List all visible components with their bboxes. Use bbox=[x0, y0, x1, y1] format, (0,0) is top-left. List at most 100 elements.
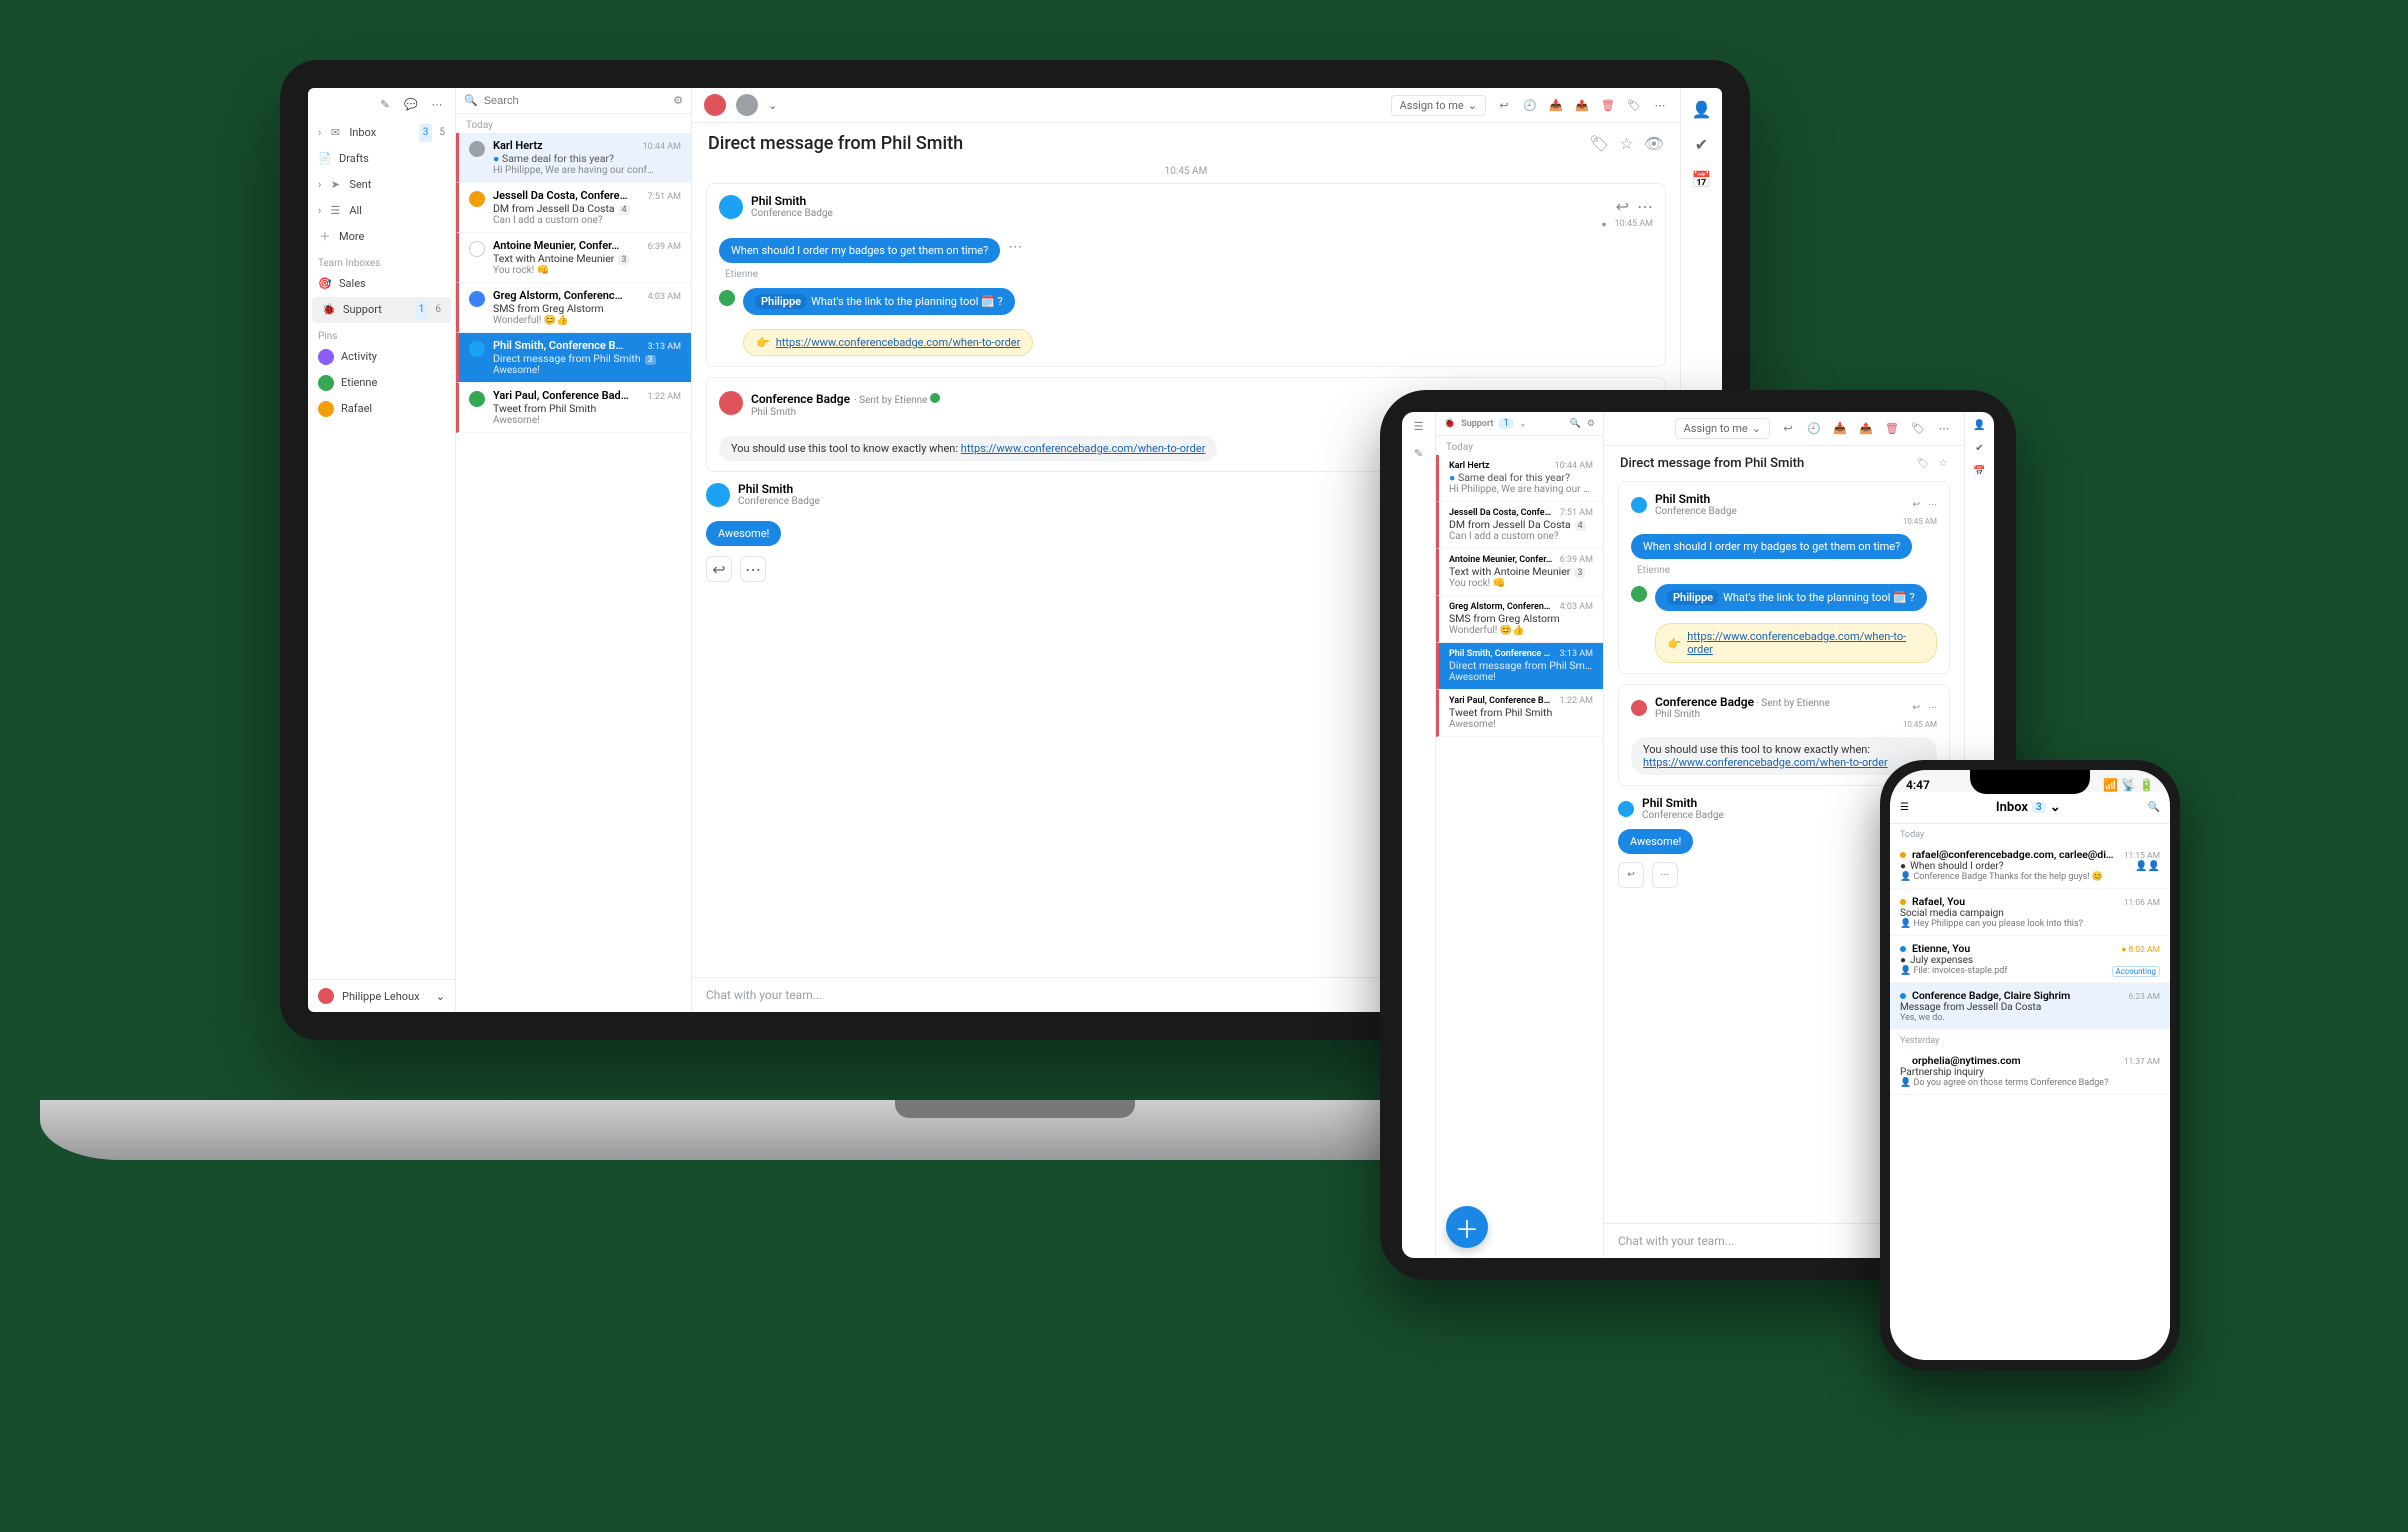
calendar-icon[interactable]: 📅 bbox=[1973, 466, 1985, 477]
inbox-move-icon[interactable]: 📤 bbox=[1858, 421, 1874, 437]
sidebar-item-sent[interactable]: ›➤ Sent bbox=[308, 172, 455, 198]
compose-icon[interactable]: ✎ bbox=[377, 96, 393, 112]
list-item[interactable]: Rafael, You11:06 AM Social media campaig… bbox=[1890, 889, 2170, 936]
chat-icon[interactable]: 💬 bbox=[403, 96, 419, 112]
calendar-icon[interactable]: 📅 bbox=[1692, 170, 1712, 189]
trash-icon[interactable]: 🗑 bbox=[1884, 421, 1900, 437]
clock-icon[interactable]: 🕘 bbox=[1522, 97, 1538, 113]
tag-icon[interactable]: 🏷 bbox=[1916, 458, 1929, 469]
list-day-today: Today bbox=[1436, 436, 1603, 455]
sidebar-item-sales[interactable]: 🎯 Sales bbox=[308, 271, 455, 297]
conversation-row[interactable]: Yari Paul, Conference Bad…1:22 AM Tweet … bbox=[456, 383, 691, 433]
link-bubble[interactable]: 👉 https://www.conferencebadge.com/when-t… bbox=[1655, 623, 1937, 663]
list-item[interactable]: Etienne, You● 8:02 AM ● July expenses 👤 … bbox=[1890, 936, 2170, 983]
avatar[interactable] bbox=[704, 94, 726, 116]
message-more-icon[interactable]: ⋯ bbox=[1637, 197, 1653, 216]
list-day-today: Today bbox=[1890, 824, 2170, 842]
user-icon[interactable]: 👤 bbox=[1692, 100, 1712, 119]
reply-icon[interactable]: ↩ bbox=[1780, 421, 1796, 437]
reply-button[interactable]: ↩ bbox=[1618, 862, 1644, 888]
sidebar-item-drafts[interactable]: 📄 Drafts bbox=[308, 146, 455, 172]
sidebar-item-support[interactable]: 🐞 Support 1 6 bbox=[312, 297, 451, 323]
toolbar-more-icon[interactable]: ⋯ bbox=[1936, 421, 1952, 437]
reply-icon[interactable]: ↩ bbox=[1616, 197, 1629, 216]
conversation-row[interactable]: Phil Smith, Conference B…3:13 AM Direct … bbox=[1436, 643, 1603, 690]
link-bubble[interactable]: 👉 https://www.conferencebadge.com/when-t… bbox=[743, 329, 1033, 356]
menu-icon[interactable]: ☰ bbox=[1900, 802, 1909, 813]
sent-icon: ➤ bbox=[328, 176, 342, 194]
sales-icon: 🎯 bbox=[318, 275, 332, 293]
conversation-row[interactable]: Greg Alstorm, Conferenc…4:03 AM SMS from… bbox=[456, 283, 691, 333]
conversation-row[interactable]: Phil Smith, Conference B…3:13 AM Direct … bbox=[456, 333, 691, 383]
sidebar-item-more[interactable]: ＋ More bbox=[308, 224, 455, 250]
sidebar-user[interactable]: Philippe Lehoux ⌄ bbox=[308, 979, 455, 1012]
sidebar-more-icon[interactable]: ⋯ bbox=[429, 96, 445, 112]
search-bar[interactable]: 🔍 ⚙ bbox=[456, 88, 691, 114]
tag-icon[interactable]: 🏷 bbox=[1589, 134, 1609, 153]
label-icon[interactable]: 🏷 bbox=[1910, 421, 1926, 437]
label-icon[interactable]: 🏷 bbox=[1626, 97, 1642, 113]
message-context: Phil Smith bbox=[751, 407, 940, 418]
assign-button[interactable]: Assign to me ⌄ bbox=[1675, 418, 1770, 439]
sidebar-item-etienne[interactable]: Etienne bbox=[308, 370, 455, 396]
bubble-more-icon[interactable]: ⋯ bbox=[1008, 239, 1022, 255]
compose-fab[interactable]: ＋ bbox=[1446, 1206, 1488, 1248]
check-icon[interactable]: ✔ bbox=[1975, 443, 1983, 454]
search-icon[interactable]: 🔍 bbox=[1570, 419, 1581, 429]
search-icon[interactable]: 🔍 bbox=[2148, 802, 2160, 813]
search-input[interactable] bbox=[484, 95, 667, 107]
list-item[interactable]: orphelia@nytimes.com11:37 AM Partnership… bbox=[1890, 1048, 2170, 1095]
reply-icon[interactable]: ↩ bbox=[1496, 97, 1512, 113]
phone-title[interactable]: Inbox 3 ⌄ bbox=[1996, 800, 2061, 815]
conversation-list: 🔍 ⚙ Today Karl Hertz10:44 AM ● Same deal… bbox=[456, 88, 692, 1012]
list-item[interactable]: Conference Badge, Claire Sighrim6:23 AM … bbox=[1890, 983, 2170, 1030]
clock-icon[interactable]: 🕘 bbox=[1806, 421, 1822, 437]
filter-icon[interactable]: ⚙ bbox=[673, 94, 683, 107]
message-context: Conference Badge bbox=[738, 496, 820, 507]
archive-icon[interactable]: 📥 bbox=[1832, 421, 1848, 437]
sidebar-item-inbox[interactable]: ›✉ Inbox 3 5 bbox=[308, 120, 455, 146]
reply-icon[interactable]: ↩ bbox=[1912, 703, 1920, 713]
conversation-row[interactable]: Antoine Meunier, Confer…6:39 AM Text wit… bbox=[456, 233, 691, 283]
conversation-row[interactable]: Jessell Da Costa, Confere…7:51 AM DM fro… bbox=[1436, 502, 1603, 549]
chevron-down-icon[interactable]: ⌄ bbox=[1519, 419, 1527, 429]
avatar[interactable] bbox=[736, 94, 758, 116]
message-more-icon[interactable]: ⋯ bbox=[1928, 500, 1937, 510]
inbox-move-icon[interactable]: 📤 bbox=[1574, 97, 1590, 113]
sidebar-item-all[interactable]: ›☰ All bbox=[308, 198, 455, 224]
reply-button[interactable]: ↩ bbox=[706, 556, 732, 582]
list-item[interactable]: rafael@conferencebadge.com, carlee@disne… bbox=[1890, 842, 2170, 889]
reply-more-button[interactable]: ⋯ bbox=[740, 556, 766, 582]
status-icons: 📶 📡 🔋 bbox=[2103, 778, 2154, 792]
trash-icon[interactable]: 🗑 bbox=[1600, 97, 1616, 113]
menu-icon[interactable]: ☰ bbox=[1402, 412, 1435, 441]
archive-icon[interactable]: 📥 bbox=[1548, 97, 1564, 113]
avatar bbox=[318, 375, 334, 391]
sidebar-item-rafael[interactable]: Rafael bbox=[308, 396, 455, 422]
star-icon[interactable]: ☆ bbox=[1939, 458, 1948, 469]
toolbar-more-icon[interactable]: ⋯ bbox=[1652, 97, 1668, 113]
conversation-row[interactable]: Karl Hertz10:44 AM ● Same deal for this … bbox=[456, 133, 691, 183]
message-more-icon[interactable]: ⋯ bbox=[1928, 703, 1937, 713]
eye-icon[interactable]: 👁 bbox=[1644, 134, 1664, 153]
conversation-row[interactable]: Karl Hertz10:44 AM ● Same deal for this … bbox=[1436, 455, 1603, 502]
conversation-row[interactable]: Jessell Da Costa, Confere…7:51 AM DM fro… bbox=[456, 183, 691, 233]
conversation-row[interactable]: Yari Paul, Conference Bad…1:22 AM Tweet … bbox=[1436, 690, 1603, 737]
conversation-row[interactable]: Greg Alstorm, Conferenc…4:03 AM SMS from… bbox=[1436, 596, 1603, 643]
phone-list[interactable]: Today rafael@conferencebadge.com, carlee… bbox=[1890, 824, 2170, 1360]
chevron-down-icon[interactable]: ⌄ bbox=[768, 99, 777, 112]
reply-icon[interactable]: ↩ bbox=[1912, 500, 1920, 510]
reply-more-button[interactable]: ⋯ bbox=[1652, 862, 1678, 888]
sidebar-item-activity[interactable]: Activity bbox=[308, 344, 455, 370]
filter-icon[interactable]: ⚙ bbox=[1587, 419, 1595, 429]
compose-icon[interactable]: ✎ bbox=[1402, 441, 1435, 466]
star-icon[interactable]: ☆ bbox=[1619, 134, 1633, 153]
inline-author: Etienne bbox=[725, 269, 1653, 280]
assign-button[interactable]: Assign to me ⌄ bbox=[1391, 95, 1486, 116]
avatar bbox=[719, 195, 743, 219]
search-icon: 🔍 bbox=[464, 94, 478, 107]
ipad-header: 🐞 Support 1 ⌄ 🔍 ⚙ bbox=[1436, 412, 1603, 436]
user-icon[interactable]: 👤 bbox=[1973, 420, 1985, 431]
check-icon[interactable]: ✔ bbox=[1695, 135, 1708, 154]
conversation-row[interactable]: Antoine Meunier, Confer…6:39 AM Text wit… bbox=[1436, 549, 1603, 596]
